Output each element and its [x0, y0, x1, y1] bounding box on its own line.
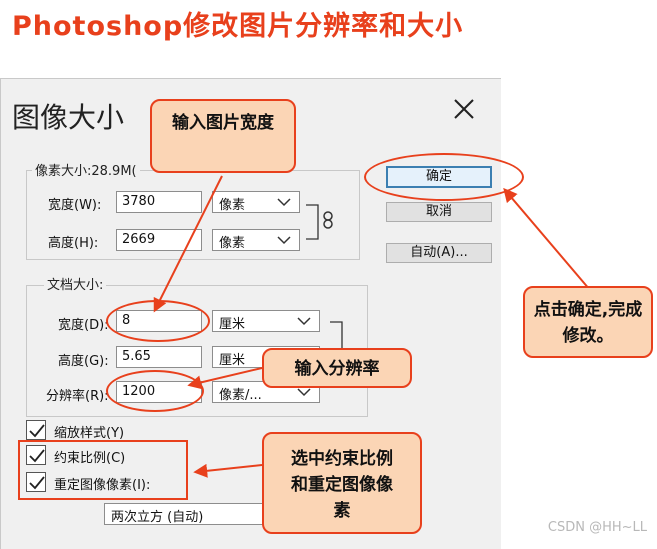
- callout-input-width: 输入图片宽度: [150, 99, 296, 173]
- callout-check-options: 选中约束比例和重定图像像素: [262, 432, 422, 534]
- callout-input-resolution: 输入分辨率: [262, 348, 412, 388]
- watermark-text: CSDN @HH~LL: [547, 520, 647, 535]
- callout-click-ok: 点击确定,完成修改。: [523, 286, 653, 358]
